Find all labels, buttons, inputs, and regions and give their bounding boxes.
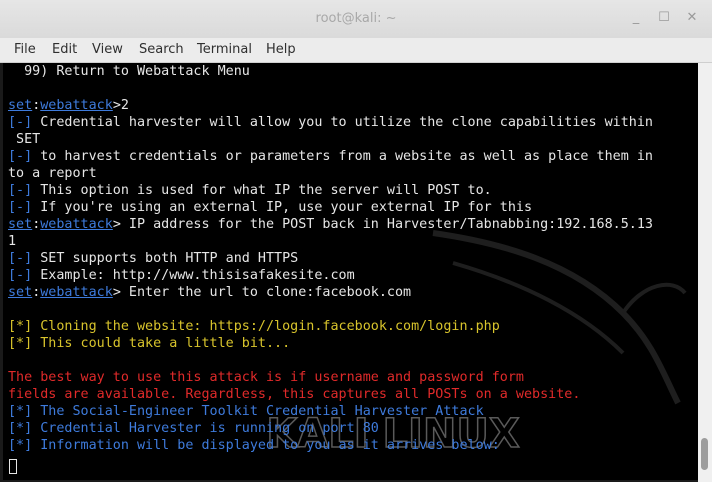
info-marker: [-] — [8, 115, 33, 130]
menu-help[interactable]: Help — [266, 42, 296, 57]
menu-bar: File Edit View Search Terminal Help — [0, 38, 712, 63]
prompt-set: set — [8, 217, 33, 232]
menu-view[interactable]: View — [92, 42, 123, 57]
menu-terminal[interactable]: Terminal — [197, 42, 252, 57]
info-marker: [-] — [8, 200, 33, 215]
terminal-line: The best way to use this attack is if us… — [8, 370, 524, 385]
prompt-input: > Enter the url to clone:facebook.com — [112, 285, 412, 300]
terminal-line: [*] This could take a little bit... — [8, 336, 291, 351]
line-text: SET supports both HTTP and HTTPS — [32, 251, 299, 266]
prompt-set: set — [8, 285, 33, 300]
title-bar[interactable]: root@kali: ~ _ ☐ ✕ — [0, 0, 712, 39]
prompt-line: set:webattack> IP address for the POST b… — [8, 217, 653, 232]
minimize-button[interactable]: _ — [627, 9, 645, 27]
scrollbar-thumb[interactable] — [701, 438, 708, 470]
line-text: to harvest credentials or parameters fro… — [32, 149, 653, 164]
terminal-line: to a report — [8, 166, 97, 181]
info-marker: [-] — [8, 268, 33, 283]
terminal-line: 1 — [8, 234, 17, 249]
terminal-line: [-] Example: http://www.thisisafakesite.… — [8, 267, 355, 284]
text-cursor — [9, 459, 17, 474]
close-button[interactable]: ✕ — [683, 9, 701, 27]
scrollbar[interactable] — [698, 63, 712, 482]
line-text: Example: http://www.thisisafakesite.com — [32, 268, 355, 283]
terminal-line: [-] Credential harvester will allow you … — [8, 114, 653, 131]
terminal-line: [-] This option is used for what IP the … — [8, 182, 492, 199]
window-title: root@kali: ~ — [315, 11, 397, 26]
terminal-line: fields are available. Regardless, this c… — [8, 387, 581, 402]
terminal-line: [*] Credential Harvester is running on p… — [8, 421, 379, 436]
terminal-output[interactable]: KALI LINUX 99) Return to Webattack Menu … — [3, 63, 698, 480]
terminal-line: [*] The Social-Engineer Toolkit Credenti… — [8, 404, 484, 419]
terminal-line: [-] SET supports both HTTP and HTTPS — [8, 250, 298, 267]
info-marker: [-] — [8, 183, 33, 198]
prompt-input: >2 — [112, 98, 129, 113]
menu-file[interactable]: File — [14, 42, 36, 57]
terminal-line: [*] Information will be displayed to you… — [8, 438, 500, 453]
prompt-input: > IP address for the POST back in Harves… — [112, 217, 653, 232]
line-text: This option is used for what IP the serv… — [32, 183, 492, 198]
prompt-line: set:webattack>2 — [8, 98, 129, 113]
prompt-module: webattack — [40, 98, 113, 113]
prompt-line: set:webattack> Enter the url to clone:fa… — [8, 285, 412, 300]
info-marker: [-] — [8, 149, 33, 164]
info-marker: [-] — [8, 251, 33, 266]
menu-edit[interactable]: Edit — [52, 42, 77, 57]
maximize-button[interactable]: ☐ — [655, 9, 673, 27]
terminal-line: [-] to harvest credentials or parameters… — [8, 148, 653, 165]
terminal-line: [*] Cloning the website: https://login.f… — [8, 319, 500, 334]
menu-search[interactable]: Search — [139, 42, 184, 57]
terminal-line: [-] If you're using an external IP, use … — [8, 199, 532, 216]
line-text: If you're using an external IP, use your… — [32, 200, 533, 215]
prompt-module: webattack — [40, 217, 113, 232]
terminal-line: 99) Return to Webattack Menu — [8, 64, 250, 79]
prompt-set: set — [8, 98, 33, 113]
line-text: Credential harvester will allow you to u… — [32, 115, 653, 130]
terminal-window: root@kali: ~ _ ☐ ✕ File Edit View Search… — [0, 0, 712, 482]
prompt-module: webattack — [40, 285, 113, 300]
terminal-line: SET — [8, 132, 41, 147]
